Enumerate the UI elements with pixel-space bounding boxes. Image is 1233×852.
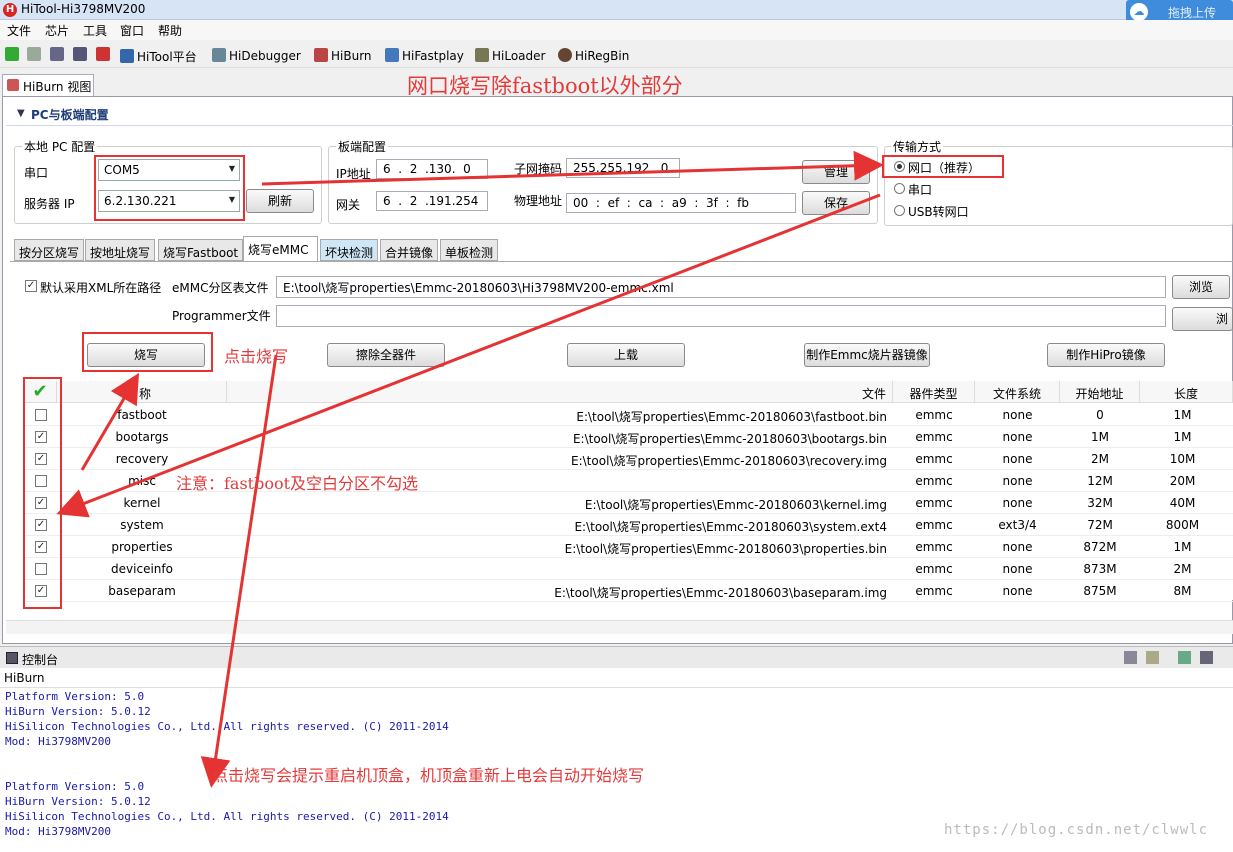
arrow-to-burn bbox=[80, 372, 140, 471]
annotation-click-burn: 点击烧写 bbox=[224, 347, 289, 366]
arrow-to-network bbox=[261, 150, 884, 186]
arrow-to-checkboxes bbox=[56, 193, 881, 518]
annotation-arrows bbox=[56, 150, 884, 788]
watermark: https://blog.csdn.net/clwwlc bbox=[944, 822, 1209, 838]
arrow-to-console bbox=[200, 354, 278, 788]
annotation-bottom: 点击烧写会提示重启机顶盒，机顶盒重新上电会自动开始烧写 bbox=[212, 766, 645, 785]
annotation-note: 注意：fastboot及空白分区不勾选 bbox=[176, 474, 419, 493]
annotation-top: 网口烧写除fastboot以外部分 bbox=[407, 74, 683, 98]
